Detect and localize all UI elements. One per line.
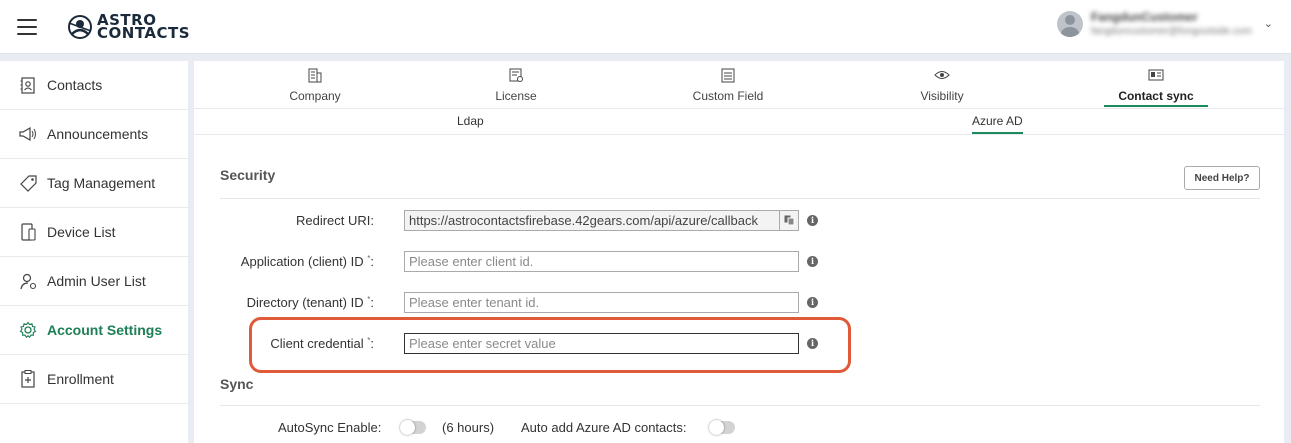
tenant-id-input[interactable]	[404, 292, 799, 313]
sidebar-item-admin-user-list[interactable]: Admin User List	[0, 257, 188, 306]
settings-tabs: Company License Custom Field Visibility …	[194, 61, 1284, 109]
client-id-input[interactable]	[404, 251, 799, 272]
user-menu[interactable]: FangdunCustomer fangduncustomer@fongouts…	[1056, 10, 1273, 37]
client-id-label: Application (client) ID	[240, 254, 364, 269]
subtab-azure-ad[interactable]: Azure AD	[972, 114, 1023, 134]
hamburger-menu-icon[interactable]	[17, 19, 37, 35]
device-icon	[19, 223, 37, 241]
company-icon	[255, 67, 375, 83]
sidebar-item-enrollment[interactable]: Enrollment	[0, 355, 188, 404]
auto-add-azure-label: Auto add Azure AD contacts:	[521, 420, 687, 435]
enrollment-icon	[19, 370, 37, 388]
client-id-row: Application (client) ID *: i	[194, 251, 1284, 273]
auto-add-azure-toggle[interactable]	[709, 420, 735, 435]
info-icon[interactable]: i	[807, 297, 818, 308]
sidebar: Contacts Announcements Tag Management De…	[0, 61, 188, 443]
tag-icon	[19, 174, 37, 192]
sidebar-item-label: Device List	[47, 224, 116, 240]
autosync-label: AutoSync Enable:	[278, 420, 382, 435]
user-name: FangdunCustomer	[1090, 10, 1198, 24]
autosync-interval: (6 hours)	[442, 420, 495, 435]
tenant-id-row: Directory (tenant) ID *: i	[194, 292, 1284, 314]
sidebar-item-label: Contacts	[47, 77, 103, 93]
sidebar-item-account-settings[interactable]: Account Settings	[0, 306, 188, 355]
contact-sync-icon	[1096, 67, 1216, 83]
tab-label: Company	[289, 89, 341, 103]
sidebar-item-device-list[interactable]: Device List	[0, 208, 188, 257]
autosync-toggle[interactable]	[400, 420, 426, 435]
tab-license[interactable]: License	[456, 67, 576, 109]
sidebar-item-contacts[interactable]: Contacts	[0, 61, 188, 110]
tab-label: Contact sync	[1118, 89, 1194, 103]
label-colon: :	[370, 295, 374, 310]
tab-company[interactable]: Company	[255, 67, 375, 109]
redirect-uri-label: Redirect URI:	[295, 213, 374, 228]
admin-user-icon	[19, 272, 37, 290]
sync-divider	[220, 405, 1260, 406]
annotation-highlight-box	[249, 317, 851, 373]
tab-contact-sync[interactable]: Contact sync	[1096, 67, 1216, 109]
avatar	[1056, 10, 1083, 37]
redirect-uri-row: Redirect URI: i	[194, 210, 1284, 232]
sidebar-item-label: Tag Management	[47, 175, 156, 191]
sidebar-item-label: Account Settings	[47, 322, 163, 338]
tenant-id-label: Directory (tenant) ID	[246, 295, 364, 310]
astro-contacts-logo[interactable]: ASTRO CONTACTS	[67, 12, 190, 42]
subtab-ldap[interactable]: Ldap	[457, 114, 484, 128]
contacts-icon	[19, 76, 37, 94]
security-section-title: Security	[220, 167, 276, 183]
custom-field-icon	[668, 67, 788, 83]
license-icon	[456, 67, 576, 83]
sync-options-row: AutoSync Enable: (6 hours) Auto add Azur…	[194, 420, 1284, 442]
chevron-down-icon[interactable]: ⌄	[1264, 17, 1273, 30]
sidebar-item-tag-management[interactable]: Tag Management	[0, 159, 188, 208]
active-tab-indicator	[1104, 105, 1208, 107]
security-divider	[220, 198, 1260, 199]
tab-custom-field[interactable]: Custom Field	[668, 67, 788, 109]
user-email: fangduncustomer@fongoutside.com	[1090, 26, 1252, 37]
tab-label: Custom Field	[692, 89, 764, 103]
logo-mark-icon	[68, 15, 92, 39]
tab-label: License	[495, 89, 537, 103]
gear-icon	[19, 321, 37, 339]
sidebar-item-announcements[interactable]: Announcements	[0, 110, 188, 159]
redirect-uri-field[interactable]	[404, 210, 799, 231]
sidebar-item-label: Announcements	[47, 126, 149, 142]
tab-visibility[interactable]: Visibility	[882, 67, 1002, 109]
logo-text-line2: CONTACTS	[97, 24, 191, 42]
sidebar-item-label: Admin User List	[47, 273, 146, 289]
sync-section-title: Sync	[220, 376, 254, 392]
info-icon[interactable]: i	[807, 215, 818, 226]
sidebar-item-label: Enrollment	[47, 371, 114, 387]
label-colon: :	[370, 254, 374, 269]
copy-icon[interactable]	[779, 211, 798, 230]
need-help-button[interactable]: Need Help?	[1184, 166, 1260, 190]
top-bar: ASTRO CONTACTS FangdunCustomer fangduncu…	[0, 0, 1291, 54]
sync-subtabs: Ldap Azure AD	[194, 110, 1284, 135]
account-settings-panel: Company License Custom Field Visibility …	[194, 61, 1284, 443]
tab-label: Visibility	[920, 89, 964, 103]
eye-icon	[882, 67, 1002, 83]
megaphone-icon	[19, 125, 37, 143]
info-icon[interactable]: i	[807, 256, 818, 267]
